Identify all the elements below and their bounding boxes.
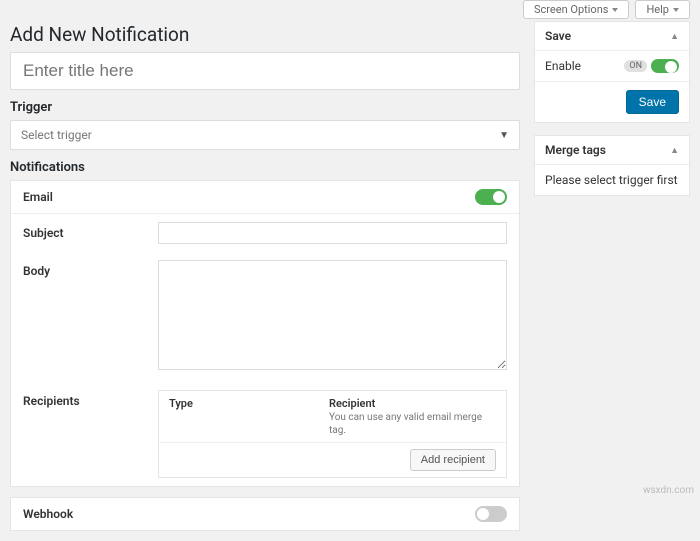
screen-options-button[interactable]: Screen Options (523, 0, 629, 19)
title-input[interactable] (10, 52, 520, 90)
email-panel-title: Email (23, 190, 53, 204)
recipients-type-header: Type (169, 397, 329, 436)
recipients-hint: You can use any valid email merge tag. (329, 412, 482, 436)
notifications-section-label: Notifications (10, 160, 520, 175)
watermark: wsxdn.com (643, 485, 694, 496)
body-label: Body (23, 260, 158, 278)
on-badge: ON (624, 60, 647, 72)
webhook-toggle[interactable] (475, 506, 507, 522)
email-toggle[interactable] (475, 189, 507, 205)
recipients-table: Type Recipient You can use any valid ema… (158, 390, 507, 478)
webhook-panel-title: Webhook (23, 507, 73, 521)
trigger-section-label: Trigger (10, 100, 520, 115)
subject-label: Subject (23, 222, 158, 240)
screen-options-label: Screen Options (534, 3, 608, 16)
add-recipient-button[interactable]: Add recipient (410, 449, 496, 471)
recipients-label: Recipients (23, 390, 158, 408)
page-title: Add New Notification (10, 23, 520, 46)
webhook-notification-panel: Webhook (10, 497, 520, 531)
chevron-down-icon: ▼ (499, 130, 509, 141)
caret-down-icon (612, 8, 618, 12)
caret-down-icon (673, 8, 679, 12)
enable-label: Enable (545, 59, 581, 73)
caret-up-icon[interactable]: ▲ (670, 31, 679, 42)
help-label: Help (646, 3, 669, 16)
enable-toggle[interactable] (651, 59, 679, 73)
caret-up-icon[interactable]: ▲ (670, 145, 679, 156)
merge-tags-title: Merge tags (545, 143, 606, 157)
save-panel-title: Save (545, 29, 571, 43)
body-textarea[interactable] (158, 260, 507, 370)
help-button[interactable]: Help (635, 0, 690, 19)
merge-tags-hint: Please select trigger first (535, 165, 689, 195)
email-notification-panel: Email Subject Body Recipients Type (10, 180, 520, 487)
save-button[interactable]: Save (626, 90, 679, 114)
merge-tags-panel: Merge tags ▲ Please select trigger first (534, 135, 690, 196)
subject-input[interactable] (158, 222, 507, 244)
save-panel: Save ▲ Enable ON Save (534, 21, 690, 123)
trigger-placeholder: Select trigger (21, 128, 92, 142)
trigger-select[interactable]: Select trigger ▼ (10, 120, 520, 150)
recipients-recipient-header: Recipient (329, 397, 496, 410)
